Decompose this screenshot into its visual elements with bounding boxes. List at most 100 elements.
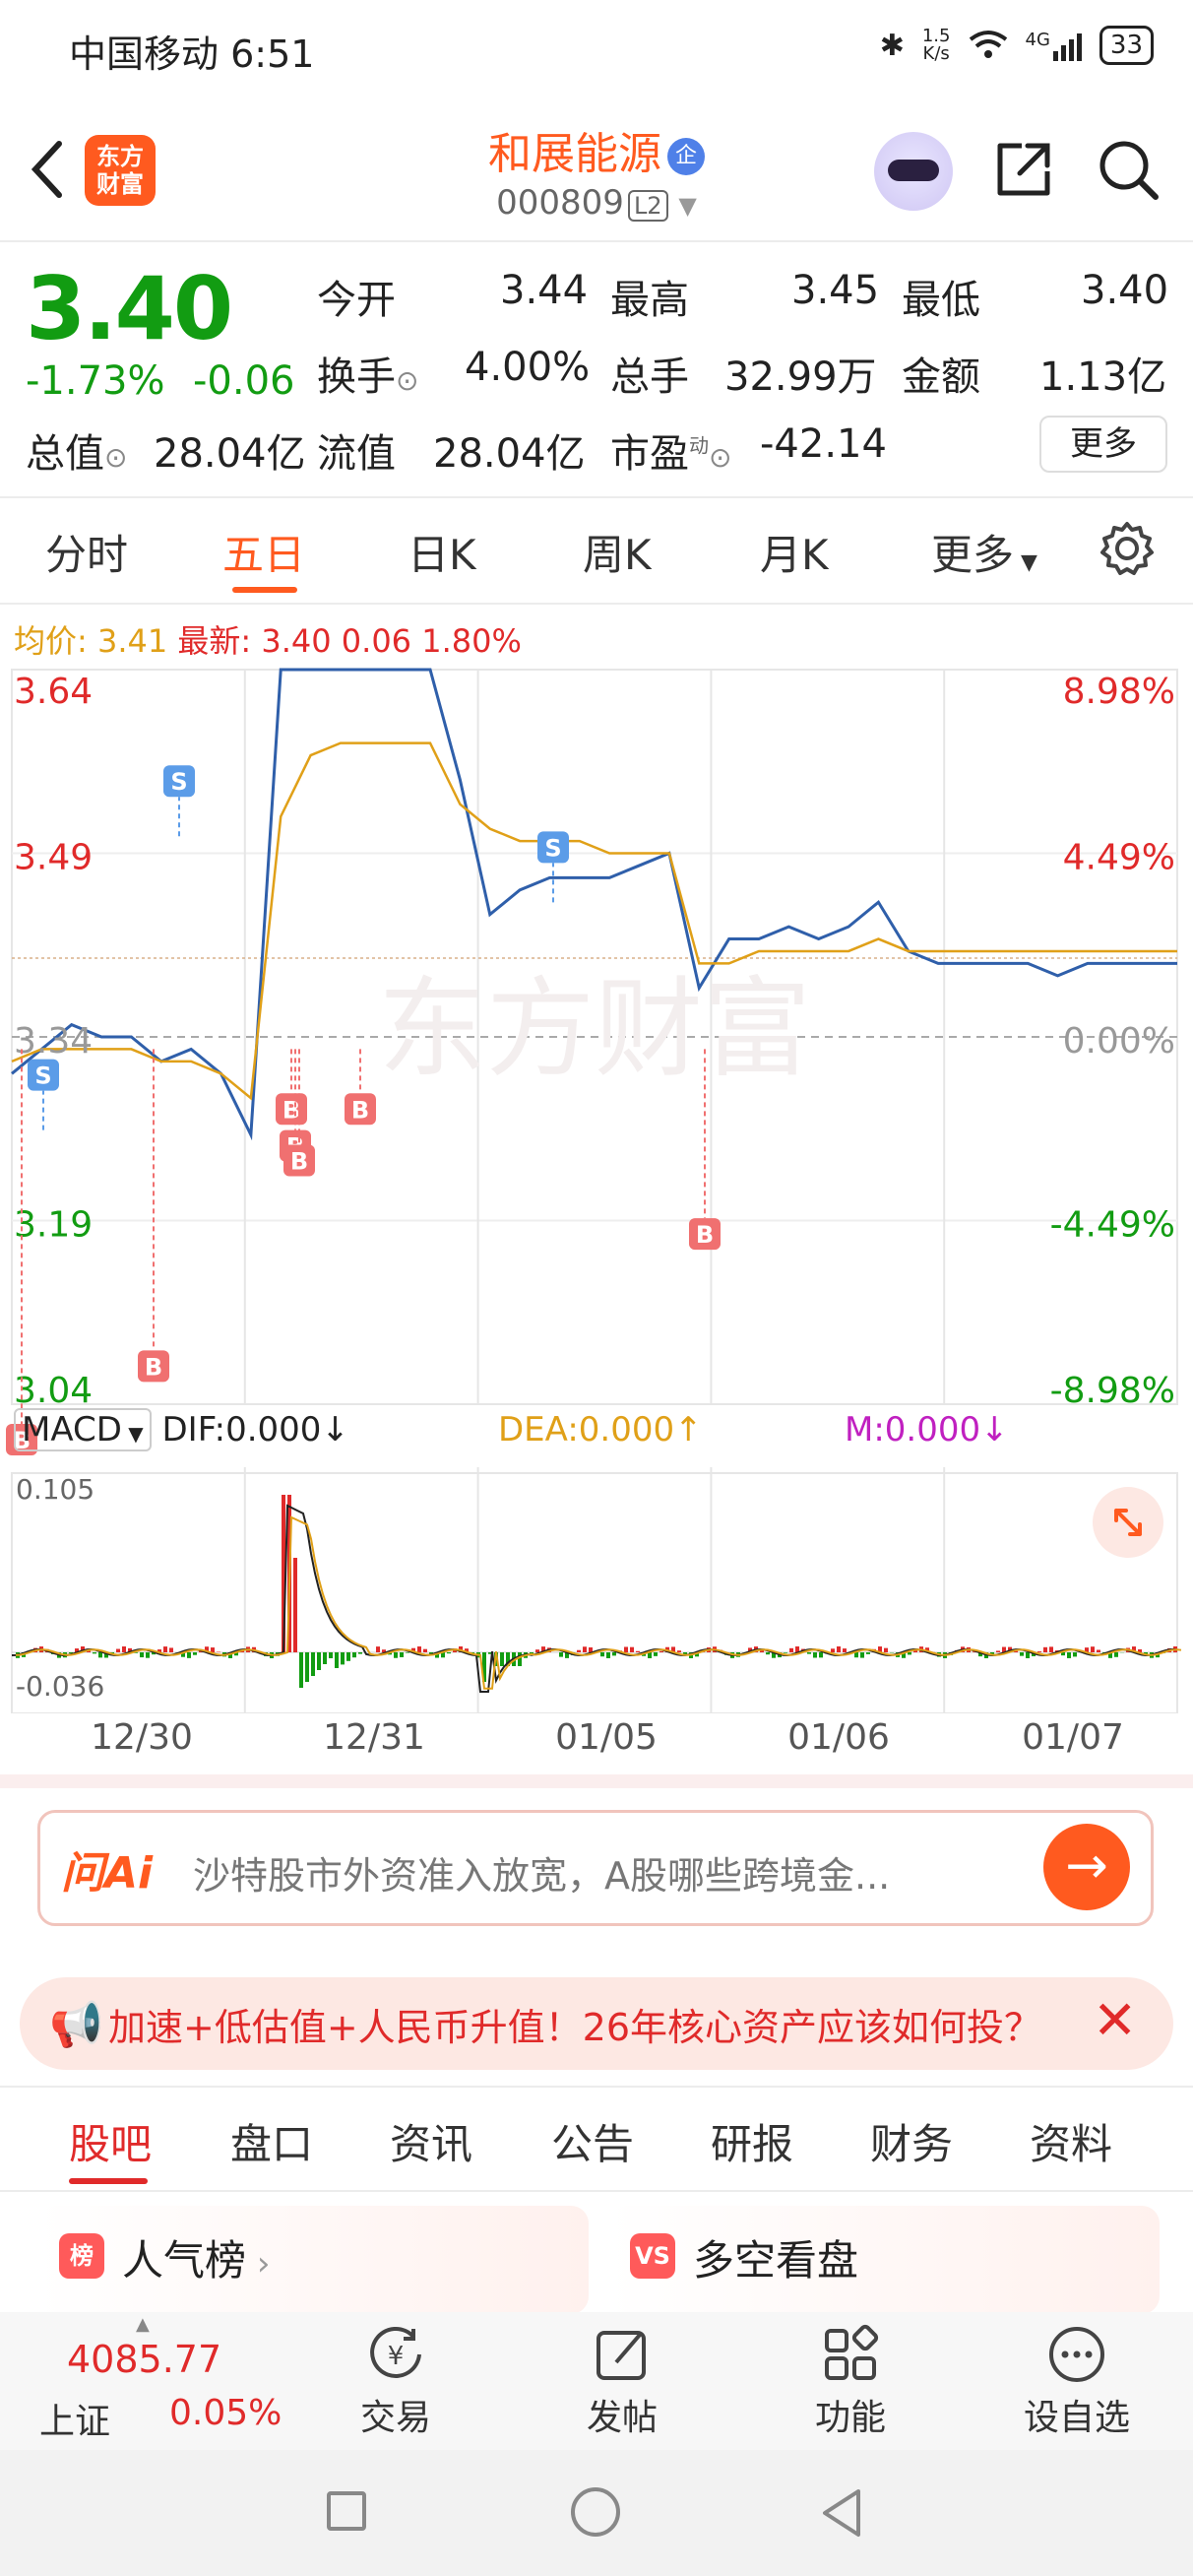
- macd-histogram-bar: [518, 1652, 522, 1666]
- expand-chart-icon[interactable]: [1093, 1487, 1163, 1558]
- y-tick-right-label: -4.49%: [1050, 1205, 1175, 1246]
- subtab-pankou[interactable]: 盘口: [230, 2111, 313, 2171]
- tab-intraday[interactable]: 分时: [45, 522, 128, 582]
- turnover-label[interactable]: 换手⊙: [317, 345, 418, 402]
- turnover-label-text: 换手: [317, 354, 396, 400]
- net-speed-unit: K/s: [922, 43, 950, 64]
- nav-add-watchlist[interactable]: 设自选: [1008, 2320, 1146, 2440]
- mktcap-label-text: 总值: [26, 431, 104, 477]
- popularity-card-title: 人气榜 ›: [122, 2227, 270, 2287]
- y-tick-label: 3.49: [14, 838, 93, 878]
- macd-histogram-bar: [766, 1652, 770, 1655]
- chart-settings-gear-icon[interactable]: [1099, 520, 1156, 581]
- amount-value: 1.13亿: [1039, 354, 1167, 400]
- pe-label[interactable]: 市盈动⊙: [610, 421, 731, 479]
- y-tick-right-label: 4.49%: [1063, 838, 1175, 878]
- wifi-icon: [969, 31, 1007, 58]
- macd-histogram-bar: [860, 1652, 864, 1658]
- signal-icon: 4G: [1026, 30, 1082, 61]
- index-value[interactable]: 4085.77: [67, 2338, 221, 2381]
- subtab-guba[interactable]: 股吧: [69, 2111, 152, 2171]
- macd-histogram-bar: [654, 1652, 658, 1656]
- tab-monthly-k[interactable]: 月K: [760, 522, 829, 582]
- index-percent[interactable]: 0.05%: [169, 2393, 282, 2433]
- net-speed: 1.5 K/s: [922, 28, 951, 63]
- macd-histogram-bar: [535, 1649, 539, 1652]
- date-label: 01/05: [555, 1717, 658, 1758]
- subtab-profile[interactable]: 资料: [1030, 2111, 1112, 2171]
- macd-histogram-bar: [636, 1650, 640, 1652]
- news-text[interactable]: 加速+低估值+人民币升值！26年核心资产应该如何投？: [108, 1997, 1073, 2051]
- header-divider: [0, 240, 1193, 242]
- index-name[interactable]: 上证: [39, 2393, 110, 2444]
- tab-weekly-k[interactable]: 周K: [583, 522, 652, 582]
- tab-more[interactable]: 更多 ▼: [931, 522, 1037, 582]
- caret-up-icon: ▲: [136, 2314, 150, 2335]
- tab-five-day[interactable]: 五日: [222, 522, 305, 582]
- macd-histogram-bar: [500, 1652, 504, 1666]
- tab-more-label: 更多: [931, 531, 1015, 579]
- tab-daily-k[interactable]: 日K: [408, 522, 476, 582]
- home-icon[interactable]: [571, 2487, 620, 2537]
- network-type: 4G: [1025, 30, 1050, 50]
- ai-question-text[interactable]: 沙特股市外资准入放宽，A股哪些跨境金...: [193, 1845, 890, 1900]
- macd-histogram-bar: [335, 1652, 339, 1668]
- ai-logo: 问Ai: [61, 1848, 154, 1899]
- macd-histogram-bar: [908, 1652, 911, 1655]
- more-dots-icon: [1008, 2320, 1146, 2389]
- high-value: 3.45: [791, 268, 880, 313]
- popularity-card[interactable]: 榜 人气榜 ›: [37, 2206, 589, 2314]
- macd-histogram-bar: [1026, 1652, 1030, 1658]
- mktcap-label[interactable]: 总值⊙: [26, 421, 127, 479]
- macd-histogram-bar: [866, 1652, 870, 1654]
- macd-histogram-bar: [837, 1646, 841, 1652]
- back-nav-icon[interactable]: [819, 2487, 864, 2543]
- more-info-icon: ⊙: [104, 441, 128, 474]
- subtab-announcements[interactable]: 公告: [551, 2111, 634, 2171]
- nav-trade[interactable]: ¥ 交易: [327, 2320, 465, 2440]
- amount-label: 金额: [902, 354, 980, 400]
- macd-histogram-bar: [1114, 1652, 1118, 1657]
- nav-trade-label: 交易: [359, 2398, 431, 2438]
- close-icon[interactable]: ✕: [1093, 1989, 1137, 2051]
- arrow-right-icon[interactable]: →: [1043, 1824, 1130, 1910]
- search-icon[interactable]: [1097, 138, 1160, 201]
- recent-apps-icon[interactable]: [327, 2491, 366, 2531]
- price-summary-line: 均价: 3.41 最新: 3.40 0.06 1.80%: [14, 616, 522, 662]
- edit-icon: [553, 2320, 691, 2389]
- pe-value: -42.14: [760, 421, 887, 467]
- macd-histogram-bar: [784, 1652, 787, 1653]
- macd-histogram-bar: [93, 1652, 96, 1654]
- company-badge: 企: [667, 138, 705, 175]
- macd-histogram-bar: [1091, 1646, 1095, 1652]
- subtab-news[interactable]: 资讯: [390, 2111, 472, 2171]
- bull-bear-card[interactable]: VS 多空看盘: [608, 2206, 1160, 2314]
- more-quote-button[interactable]: 更多: [1039, 416, 1167, 473]
- y-tick-right-label: 8.98%: [1063, 672, 1175, 712]
- turnover-value: 4.00%: [465, 345, 591, 390]
- subtab-finance[interactable]: 财务: [870, 2111, 953, 2171]
- indicator-select[interactable]: MACD ▼: [14, 1408, 152, 1451]
- macd-histogram-bar: [341, 1652, 345, 1665]
- macd-histogram-bar: [1049, 1646, 1053, 1652]
- ai-assistant-avatar[interactable]: [874, 132, 953, 211]
- macd-header: MACD ▼ DIF:0.000↓: [14, 1408, 349, 1451]
- macd-histogram-bar: [1097, 1649, 1100, 1652]
- macd-histogram-bar: [789, 1647, 793, 1652]
- macd-histogram-bar: [807, 1652, 811, 1654]
- macd-histogram-bar: [122, 1646, 126, 1652]
- battery-icon: 33: [1099, 26, 1154, 65]
- active-subtab-indicator: [69, 2178, 148, 2184]
- macd-histogram-bar: [299, 1652, 303, 1688]
- nav-functions[interactable]: 功能: [782, 2320, 919, 2440]
- macd-histogram-bar: [659, 1650, 663, 1652]
- arrow-up-icon: ↑: [674, 1410, 703, 1449]
- macd-histogram-bar: [423, 1648, 427, 1652]
- nav-post[interactable]: 发帖: [553, 2320, 691, 2440]
- caret-down-icon: ▼: [1014, 550, 1037, 575]
- share-icon[interactable]: [992, 138, 1055, 201]
- quote-divider: [0, 496, 1193, 498]
- five-day-price-chart[interactable]: 东方财富 3.64 3.49 3.34 3.19 3.04 8.98% 4.49% 0.00% -…: [0, 660, 1193, 1713]
- macd-histogram-bar: [406, 1652, 409, 1653]
- subtab-research[interactable]: 研报: [711, 2111, 793, 2171]
